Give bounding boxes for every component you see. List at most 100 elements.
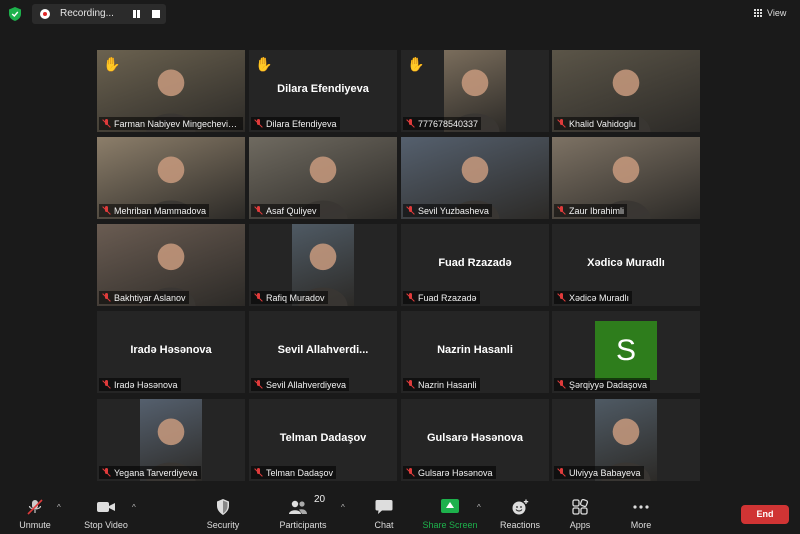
participants-options-caret-icon[interactable]: ^ — [341, 503, 345, 512]
apps-icon — [572, 499, 589, 515]
chat-button[interactable]: Chat — [369, 494, 399, 534]
participant-tile[interactable]: Yegana Tarverdiyeva — [97, 399, 245, 481]
share-options-caret-icon[interactable]: ^ — [477, 503, 481, 512]
video-options-caret-icon[interactable]: ^ — [132, 503, 136, 512]
apps-label: Apps — [569, 520, 591, 530]
end-meeting-button[interactable]: End — [741, 505, 789, 524]
mic-muted-icon — [406, 380, 415, 389]
stop-video-button[interactable]: Stop Video — [84, 494, 128, 534]
mic-muted-icon — [557, 119, 566, 128]
participant-name-tag: Gulsarə Həsənova — [403, 466, 496, 479]
mic-muted-icon — [27, 499, 43, 515]
raised-hand-icon: ✋ — [255, 56, 273, 72]
participant-display-name: Xədicə Muradlı — [587, 257, 665, 269]
mic-muted-icon — [254, 380, 263, 389]
more-button[interactable]: More — [627, 494, 655, 534]
participant-name-tag: Rafiq Muradov — [251, 291, 328, 304]
share-screen-icon — [441, 499, 459, 513]
participant-tile[interactable]: Sevil Yuzbasheva — [401, 137, 549, 219]
chat-label: Chat — [374, 520, 394, 530]
participant-name: Mehriban Mammadova — [114, 205, 207, 216]
mic-muted-icon — [254, 119, 263, 128]
participant-tile[interactable]: Nazrin Hasanli Nazrin Hasanli — [401, 311, 549, 393]
participant-name: Sevil Yuzbasheva — [418, 205, 489, 216]
reactions-button[interactable]: Reactions — [500, 494, 540, 534]
participant-name: Asaf Quliyev — [266, 205, 317, 216]
participant-tile[interactable]: Rafiq Muradov — [249, 224, 397, 306]
participant-tile[interactable]: Khalid Vahidoglu — [552, 50, 700, 132]
unmute-button[interactable]: Unmute — [18, 494, 52, 534]
participant-name: 777678540337 — [418, 118, 479, 129]
reactions-label: Reactions — [499, 520, 541, 530]
participant-tile[interactable]: Xədicə Muradlı Xədicə Muradlı — [552, 224, 700, 306]
mic-muted-icon — [406, 206, 415, 215]
mic-muted-icon — [254, 468, 263, 477]
stop-recording-button[interactable] — [152, 10, 160, 18]
participant-name: Farman Nabiyev Mingechevir ... — [114, 118, 240, 129]
participant-tile[interactable]: Bakhtiyar Aslanov — [97, 224, 245, 306]
participant-tile[interactable]: Zaur Ibrahimli — [552, 137, 700, 219]
participant-name: Dilara Efendiyeva — [266, 118, 337, 129]
meeting-toolbar: Unmute ^ Stop Video ^ Security 20 Partic… — [0, 494, 800, 534]
participant-name-tag: Nazrin Hasanli — [403, 378, 480, 391]
participant-name-tag: 777678540337 — [403, 117, 482, 130]
more-label: More — [630, 520, 652, 530]
mic-muted-icon — [254, 206, 263, 215]
participant-tile[interactable]: Asaf Quliyev — [249, 137, 397, 219]
participant-name: Şərqiyyə Dadaşova — [569, 379, 648, 390]
participant-tile[interactable]: S Şərqiyyə Dadaşova — [552, 311, 700, 393]
participant-tile[interactable]: Telman Dadaşov Telman Dadaşov — [249, 399, 397, 481]
shield-check-icon[interactable] — [9, 7, 21, 21]
participant-tile[interactable]: Dilara Efendiyeva ✋ Dilara Efendiyeva — [249, 50, 397, 132]
mic-muted-icon — [102, 380, 111, 389]
participant-display-name: Iradə Həsənova — [130, 344, 212, 356]
participant-name-tag: Farman Nabiyev Mingechevir ... — [99, 117, 243, 130]
participants-button[interactable]: 20 Participants — [279, 494, 326, 534]
participant-name-tag: Xədicə Muradlı — [554, 291, 633, 304]
participants-icon — [288, 500, 307, 514]
recording-label: Recording... — [60, 8, 114, 19]
participant-avatar: S — [595, 321, 657, 380]
participant-gallery: ✋ Farman Nabiyev Mingechevir ... Dilara Ef… — [97, 50, 700, 482]
security-label: Security — [206, 520, 240, 530]
participant-name: Nazrin Hasanli — [418, 379, 477, 390]
participant-name-tag: Zaur Ibrahimli — [554, 204, 628, 217]
participant-display-name: Fuad Rzazadə — [438, 257, 512, 269]
participant-name-tag: Bakhtiyar Aslanov — [99, 291, 189, 304]
participant-tile[interactable]: ✋ 777678540337 — [401, 50, 549, 132]
security-button[interactable]: Security — [207, 494, 239, 534]
grid-view-icon — [754, 9, 763, 18]
view-button[interactable]: View — [751, 5, 791, 23]
participant-tile[interactable]: Mehriban Mammadova — [97, 137, 245, 219]
participant-display-name: Nazrin Hasanli — [437, 344, 513, 356]
pause-recording-button[interactable] — [132, 9, 142, 19]
participant-tile[interactable]: Fuad Rzazadə Fuad Rzazadə — [401, 224, 549, 306]
participant-name-tag: Fuad Rzazadə — [403, 291, 480, 304]
participants-label: Participants — [279, 520, 327, 530]
participant-name: Ulviyya Babayeva — [569, 467, 641, 478]
top-bar: Recording... View — [0, 0, 800, 28]
participant-name-tag: Dilara Efendiyeva — [251, 117, 340, 130]
mic-muted-icon — [406, 119, 415, 128]
participant-tile[interactable]: Sevil Allahverdi... Sevil Allahverdiyeva — [249, 311, 397, 393]
mic-muted-icon — [557, 380, 566, 389]
audio-options-caret-icon[interactable]: ^ — [57, 503, 61, 512]
participant-name-tag: Şərqiyyə Dadaşova — [554, 378, 651, 391]
smiley-plus-icon — [512, 499, 529, 515]
share-screen-button[interactable]: Share Screen — [422, 494, 478, 534]
participant-tile[interactable]: Gulsarə Həsənova Gulsarə Həsənova — [401, 399, 549, 481]
participant-name: Iradə Həsənova — [114, 379, 178, 390]
participant-name-tag: Sevil Allahverdiyeva — [251, 378, 350, 391]
raised-hand-icon: ✋ — [103, 56, 121, 72]
participant-tile[interactable]: ✋ Farman Nabiyev Mingechevir ... — [97, 50, 245, 132]
video-camera-icon — [97, 502, 115, 512]
participant-tile[interactable]: Iradə Həsənova Iradə Həsənova — [97, 311, 245, 393]
mic-muted-icon — [557, 293, 566, 302]
participant-name-tag: Sevil Yuzbasheva — [403, 204, 492, 217]
participant-tile[interactable]: Ulviyya Babayeva — [552, 399, 700, 481]
record-icon — [40, 9, 50, 19]
apps-button[interactable]: Apps — [566, 494, 594, 534]
participant-name: Yegana Tarverdiyeva — [114, 467, 198, 478]
more-dots-icon — [633, 505, 649, 509]
mic-muted-icon — [254, 293, 263, 302]
